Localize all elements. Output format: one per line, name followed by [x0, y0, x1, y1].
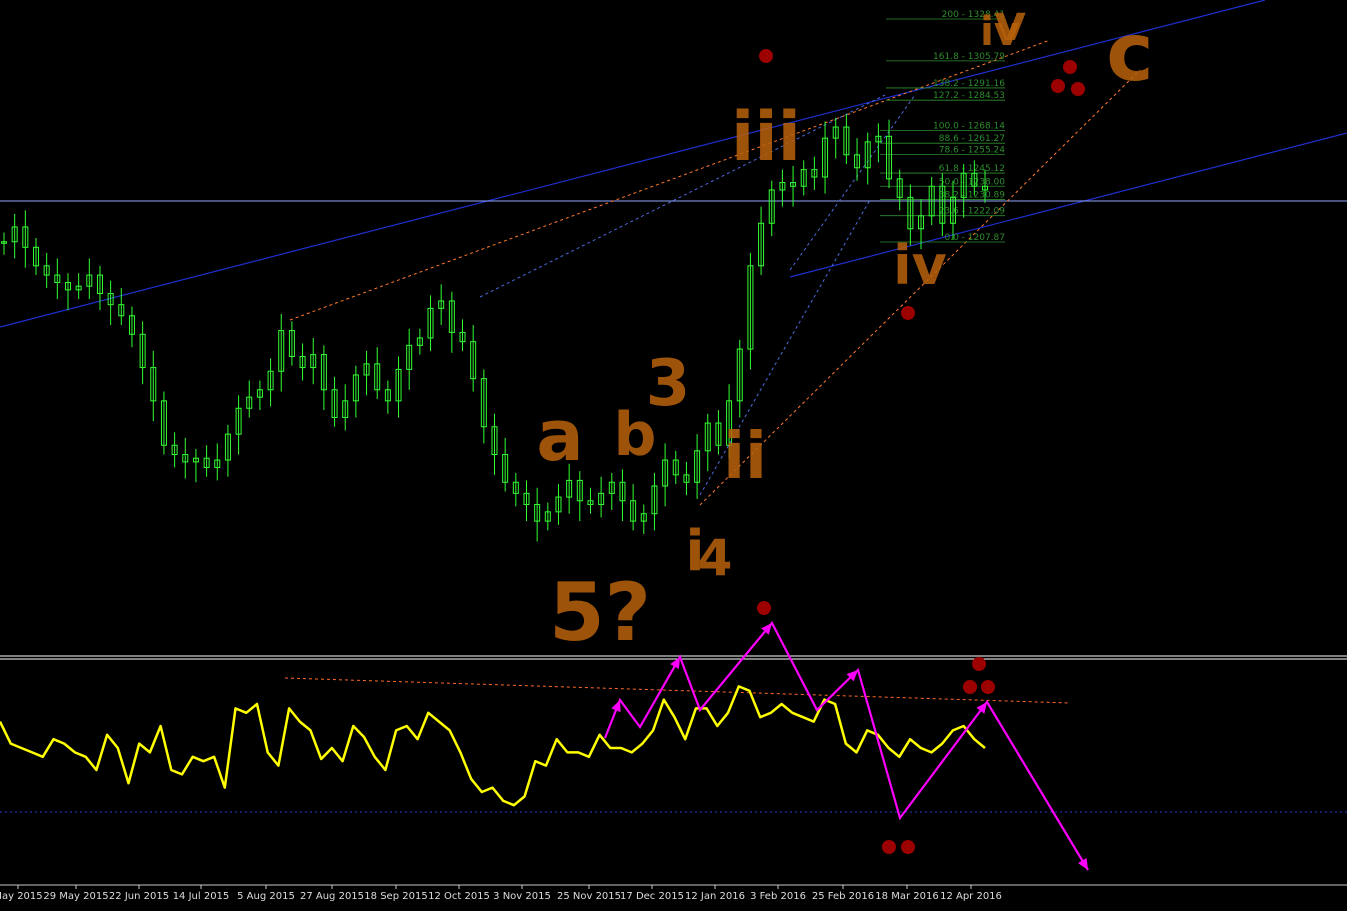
- time-axis-tick-label: 3 Nov 2015: [493, 891, 551, 902]
- time-axis-tick-label: 27 Aug 2015: [300, 891, 364, 902]
- wave-label-annotation: iv: [893, 234, 947, 297]
- oscillator-marker-dot: [882, 840, 896, 854]
- oscillator-marker-dot: [901, 840, 915, 854]
- wave-label-annotation: 4: [698, 529, 733, 587]
- wave-label-annotation: ii: [723, 420, 767, 494]
- fib-level-label: 23.6 - 1222.09: [939, 207, 1005, 217]
- time-axis-tick-label: 18 Sep 2015: [364, 891, 427, 902]
- fib-level-label: 138.2 - 1291.16: [933, 79, 1005, 89]
- time-axis-tick-label: 12 Jan 2016: [685, 891, 745, 902]
- time-axis-tick-label: 18 Mar 2016: [875, 891, 938, 902]
- chart-background: [0, 0, 1347, 907]
- time-axis-tick-label: 3 Feb 2016: [750, 891, 806, 902]
- time-axis-tick-label: 12 Apr 2016: [940, 891, 1002, 902]
- time-axis-tick-label: 17 Dec 2015: [620, 891, 684, 902]
- time-axis-tick-label: 5 Aug 2015: [237, 891, 295, 902]
- wave-label-annotation: iv: [980, 9, 1020, 55]
- wave-label-annotation: c: [1106, 6, 1153, 99]
- chart-canvas[interactable]: 200 - 1328.41161.8 - 1305.79138.2 - 1291…: [0, 0, 1347, 907]
- wave-marker-dot: [757, 601, 771, 615]
- fib-level-label: 88.6 - 1261.27: [939, 134, 1005, 144]
- wave-marker-dot: [1051, 79, 1065, 93]
- time-axis-tick-label: 29 May 2015: [43, 891, 108, 902]
- time-axis-tick-label: 22 Jun 2015: [109, 891, 169, 902]
- time-axis-tick-label: 25 Feb 2016: [812, 891, 874, 902]
- wave-label-annotation: 3: [646, 347, 691, 421]
- wave-marker-dot: [759, 49, 773, 63]
- wave-marker-dot: [901, 306, 915, 320]
- chart-window[interactable]: 200 - 1328.41 161.8 - 1305.79 138.2 - 1291…: [0, 0, 1347, 907]
- time-axis-tick-label: May 2015: [0, 891, 43, 902]
- fib-level-label: 127.2 - 1284.53: [933, 91, 1005, 101]
- time-axis-tick-label: 25 Nov 2015: [557, 891, 621, 902]
- fib-level-label: 38.2 - 1230.89: [939, 190, 1005, 200]
- wave-label-annotation: 5?: [549, 566, 651, 659]
- wave-label-annotation: a: [536, 395, 583, 477]
- fib-level-label: 0.0 - 1207.87: [945, 233, 1006, 243]
- time-axis-tick-label: 12 Oct 2015: [428, 891, 490, 902]
- time-axis-tick-label: 14 Jul 2015: [173, 891, 230, 902]
- fib-level-label: 78.6 - 1255.24: [939, 145, 1005, 155]
- fib-level-label: 100.0 - 1268.14: [933, 122, 1005, 132]
- wave-marker-dot: [1063, 60, 1077, 74]
- oscillator-marker-dot: [981, 680, 995, 694]
- oscillator-marker-dot: [972, 657, 986, 671]
- wave-marker-dot: [1071, 82, 1085, 96]
- wave-label-annotation: iii: [731, 98, 801, 177]
- oscillator-marker-dot: [963, 680, 977, 694]
- fib-level-label: 61.8 - 1245.12: [939, 164, 1005, 174]
